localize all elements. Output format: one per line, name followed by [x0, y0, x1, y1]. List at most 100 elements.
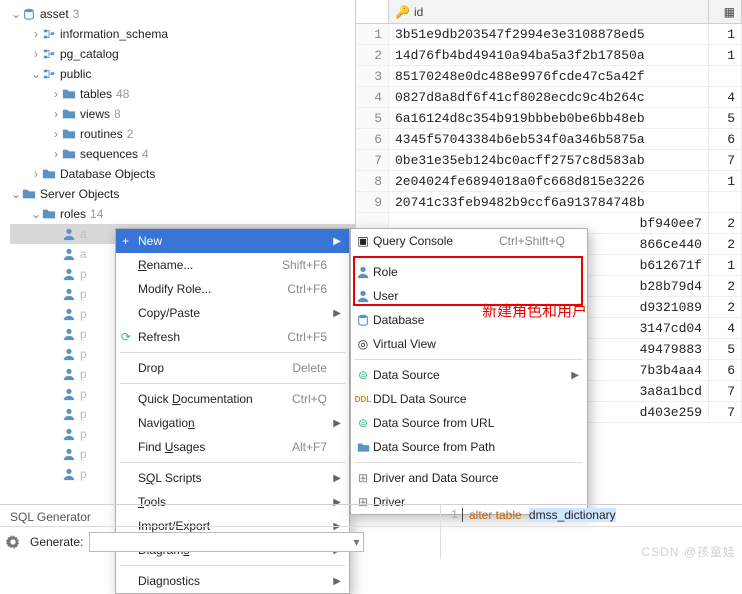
menu-item-ds-from-url[interactable]: ⊜Data Source from URL: [351, 411, 587, 435]
menu-item-modify-role[interactable]: Modify Role...Ctrl+F6: [116, 277, 349, 301]
driver-icon: ⊞: [355, 471, 371, 485]
menu-item-user[interactable]: User: [351, 284, 587, 308]
cell-value[interactable]: 5: [709, 339, 742, 360]
tree-label: views: [80, 107, 110, 121]
row-number: 9: [356, 192, 389, 213]
menu-item-sql-scripts[interactable]: SQL Scripts▶: [116, 466, 349, 490]
table-row[interactable]: 1 3b51e9db203547f2994e3e3108878ed5 1: [356, 24, 742, 45]
menu-item-ddl-data-source[interactable]: DDLDDL Data Source: [351, 387, 587, 411]
tree-item-roles[interactable]: ⌄ roles 14: [10, 204, 355, 224]
chevron-down-icon: ▾: [353, 535, 359, 549]
key-icon: 🔑: [395, 5, 410, 19]
cell-value[interactable]: 2: [709, 297, 742, 318]
cell-id[interactable]: 85170248e0dc488e9976fcde47c5a42f: [389, 66, 709, 87]
column-header[interactable]: ▦: [709, 0, 742, 23]
cell-value[interactable]: [709, 66, 742, 87]
table-row[interactable]: 4 0827d8a8df6f41cf8028ecdc9c4b264c 4: [356, 87, 742, 108]
cell-value[interactable]: 5: [709, 108, 742, 129]
cell-value[interactable]: 1: [709, 255, 742, 276]
table-row[interactable]: 5 6a16124d8c354b919bbbeb0be6bb48eb 5: [356, 108, 742, 129]
menu-item-rename[interactable]: Rename...Shift+F6: [116, 253, 349, 277]
cell-id[interactable]: 2e04024fe6894018a0fc668d815e3226: [389, 171, 709, 192]
person-icon: [62, 247, 76, 261]
menu-item-query-console[interactable]: ▣Query ConsoleCtrl+Shift+Q: [351, 229, 587, 253]
cell-id[interactable]: 4345f57043384b6eb534f0a346b5875a: [389, 129, 709, 150]
cell-value[interactable]: 2: [709, 213, 742, 234]
cell-id[interactable]: 0be31e35eb124bc0acff2757c8d583ab: [389, 150, 709, 171]
cell-id[interactable]: 20741c33feb9482b9ccf6a913784748b: [389, 192, 709, 213]
tree-item-schema[interactable]: ⌄ public: [10, 64, 355, 84]
cell-id[interactable]: 3b51e9db203547f2994e3e3108878ed5: [389, 24, 709, 45]
table-row[interactable]: 2 14d76fb4bd49410a94ba5a3f2b17850a 1: [356, 45, 742, 66]
submenu-arrow-icon: ▶: [333, 308, 341, 319]
tree-item-folder[interactable]: › routines 2: [10, 124, 355, 144]
menu-item-quick-doc[interactable]: Quick DocumentationCtrl+Q: [116, 387, 349, 411]
menu-item-virtual-view[interactable]: ◎Virtual View: [351, 332, 587, 356]
table-row[interactable]: 6 4345f57043384b6eb534f0a346b5875a 6: [356, 129, 742, 150]
tree-label: pg_catalog: [60, 47, 119, 61]
menu-item-new[interactable]: + New▶: [116, 229, 349, 253]
tree-item-asset[interactable]: ⌄ asset 3: [10, 4, 355, 24]
ddl-icon: DDL: [355, 395, 371, 404]
tree-label: asset: [40, 7, 69, 21]
menu-item-driver-and-ds[interactable]: ⊞Driver and Data Source: [351, 466, 587, 490]
cell-value[interactable]: 7: [709, 150, 742, 171]
tree-item-folder[interactable]: › views 8: [10, 104, 355, 124]
tree-label: p: [80, 287, 87, 301]
tree-count: 4: [142, 147, 149, 161]
menu-item-refresh[interactable]: ⟳ RefreshCtrl+F5: [116, 325, 349, 349]
submenu-new[interactable]: ▣Query ConsoleCtrl+Shift+Q Role User Dat…: [350, 228, 588, 515]
cell-value[interactable]: 1: [709, 24, 742, 45]
row-number: 5: [356, 108, 389, 129]
gear-icon[interactable]: [6, 535, 20, 549]
chevron-right-icon: ›: [30, 167, 42, 181]
table-row[interactable]: 8 2e04024fe6894018a0fc668d815e3226 1: [356, 171, 742, 192]
person-icon: [62, 267, 76, 281]
table-row[interactable]: 3 85170248e0dc488e9976fcde47c5a42f: [356, 66, 742, 87]
cell-value[interactable]: 4: [709, 87, 742, 108]
cell-value[interactable]: 6: [709, 129, 742, 150]
menu-item-navigation[interactable]: Navigation▶: [116, 411, 349, 435]
menu-item-drop[interactable]: DropDelete: [116, 356, 349, 380]
menu-item-ds-from-path[interactable]: Data Source from Path: [351, 435, 587, 459]
tree-item-schema[interactable]: › information_schema: [10, 24, 355, 44]
menu-item-database[interactable]: Database: [351, 308, 587, 332]
tree-item-folder[interactable]: › tables 48: [10, 84, 355, 104]
chevron-right-icon: ›: [50, 107, 62, 121]
cell-value[interactable]: 6: [709, 360, 742, 381]
cell-value[interactable]: 1: [709, 45, 742, 66]
tree-label: p: [80, 267, 87, 281]
tree-item-schema[interactable]: › pg_catalog: [10, 44, 355, 64]
cell-id[interactable]: 14d76fb4bd49410a94ba5a3f2b17850a: [389, 45, 709, 66]
person-icon: [62, 387, 76, 401]
person-icon: [62, 367, 76, 381]
table-row[interactable]: 9 20741c33feb9482b9ccf6a913784748b: [356, 192, 742, 213]
tree-item-folder[interactable]: › sequences 4: [10, 144, 355, 164]
folder-icon: [62, 147, 76, 161]
cell-value[interactable]: 2: [709, 276, 742, 297]
cell-id[interactable]: 0827d8a8df6f41cf8028ecdc9c4b264c: [389, 87, 709, 108]
cell-value[interactable]: [709, 192, 742, 213]
menu-item-diagnostics[interactable]: Diagnostics▶: [116, 569, 349, 593]
tree-label: Database Objects: [60, 167, 155, 181]
column-header-id[interactable]: 🔑 id: [389, 0, 709, 23]
menu-item-find-usages[interactable]: Find UsagesAlt+F7: [116, 435, 349, 459]
cell-value[interactable]: 4: [709, 318, 742, 339]
folder-icon: [22, 187, 36, 201]
table-row[interactable]: 7 0be31e35eb124bc0acff2757c8d583ab 7: [356, 150, 742, 171]
menu-item-role[interactable]: Role: [351, 260, 587, 284]
submenu-arrow-icon: ▶: [333, 576, 341, 587]
cell-value[interactable]: 7: [709, 381, 742, 402]
menu-item-data-source[interactable]: ⊜Data Source▶: [351, 363, 587, 387]
chevron-right-icon: ›: [50, 147, 62, 161]
tree-label: p: [80, 467, 87, 481]
menu-item-copy-paste[interactable]: Copy/Paste▶: [116, 301, 349, 325]
tree-item-db-objects[interactable]: › Database Objects: [10, 164, 355, 184]
chevron-down-icon: ⌄: [10, 7, 22, 21]
tree-item-server-objects[interactable]: ⌄ Server Objects: [10, 184, 355, 204]
generate-dropdown[interactable]: ▾: [89, 532, 364, 552]
cell-value[interactable]: 7: [709, 402, 742, 423]
cell-value[interactable]: 2: [709, 234, 742, 255]
cell-value[interactable]: 1: [709, 171, 742, 192]
cell-id[interactable]: 6a16124d8c354b919bbbeb0be6bb48eb: [389, 108, 709, 129]
